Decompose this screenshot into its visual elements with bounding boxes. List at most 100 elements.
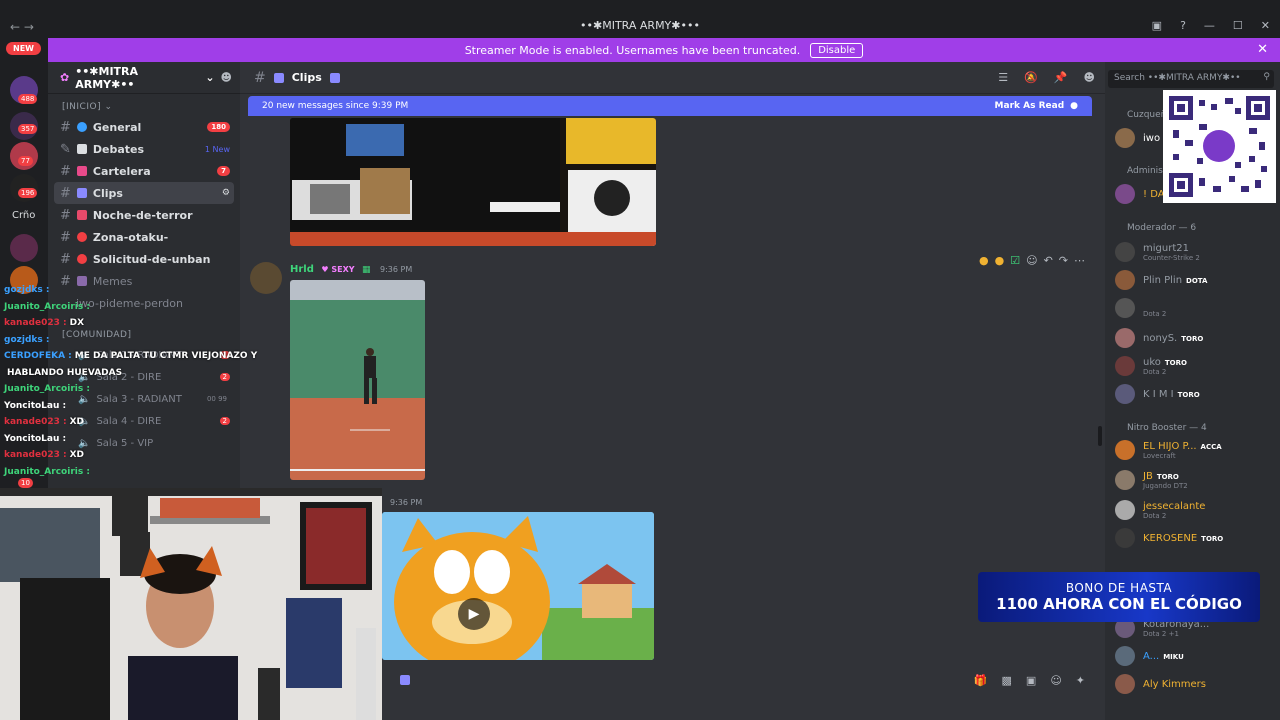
chat-username: YoncitoLau :	[4, 400, 67, 411]
add-reaction-icon[interactable]: ☺	[1026, 254, 1037, 267]
avatar[interactable]	[1115, 270, 1135, 290]
reaction-laugh-icon[interactable]: ●	[995, 254, 1005, 267]
avatar[interactable]	[1115, 384, 1135, 404]
member-name-text: A...	[1143, 650, 1160, 662]
channel-cartelera[interactable]: # Cartelera 7	[54, 160, 234, 182]
member-name: nonyS. TORO	[1143, 333, 1203, 344]
scrollbar[interactable]	[1098, 426, 1102, 446]
image-attachment[interactable]	[290, 118, 656, 246]
reply-icon[interactable]: ↶	[1044, 254, 1053, 267]
close-button[interactable]: ✕	[1261, 19, 1270, 32]
threads-icon[interactable]: ☰	[998, 71, 1008, 84]
streamer-mode-banner: Streamer Mode is enabled. Usernames have…	[48, 38, 1280, 62]
server-icon[interactable]	[10, 234, 38, 262]
server-badge: 196	[18, 188, 38, 198]
mark-as-read-button[interactable]: Mark As Read	[995, 101, 1065, 111]
avatar[interactable]	[1115, 128, 1135, 148]
avatar[interactable]	[1115, 674, 1135, 694]
hash-icon: #	[60, 251, 71, 267]
member-item[interactable]: nonyS. TORO	[1115, 324, 1280, 352]
member-item[interactable]: KEROSENE TORO	[1115, 524, 1280, 552]
member-info: nonyS. TORO	[1143, 333, 1203, 344]
avatar[interactable]	[1115, 440, 1135, 460]
channel-solicitud-de-unban[interactable]: # Solicitud-de-unban	[54, 248, 234, 270]
minimize-button[interactable]: —	[1204, 19, 1215, 32]
invite-icon[interactable]: ☻	[221, 71, 232, 84]
avatar[interactable]	[1115, 184, 1135, 204]
member-item[interactable]: uko TORO Dota 2	[1115, 352, 1280, 380]
avatar[interactable]	[1115, 328, 1135, 348]
member-role-pill: MIKU	[1163, 652, 1184, 661]
unread-badge: 180	[207, 122, 230, 132]
avatar[interactable]	[1115, 528, 1135, 548]
avatar[interactable]	[250, 262, 282, 294]
search-input[interactable]: Search ••✱MITRA ARMY✱•• ⚲	[1108, 70, 1274, 88]
more-icon[interactable]: ⋯	[1074, 254, 1085, 267]
message-composer[interactable]: 🎁 ▩ ▣ ☺ ✦	[370, 666, 1095, 694]
avatar[interactable]	[1115, 242, 1135, 262]
avatar[interactable]	[1115, 646, 1135, 666]
play-icon[interactable]: ▶	[458, 598, 490, 630]
mute-bell-icon[interactable]: 🔕	[1024, 71, 1038, 84]
stream-chat-line: Juanito_Arcoiris :	[4, 381, 240, 398]
avatar[interactable]	[1115, 356, 1135, 376]
member-name-text: EL HIJO P...	[1143, 440, 1197, 452]
channel-debates[interactable]: ✎ Debates 1 New	[54, 138, 234, 160]
member-item[interactable]: jessecalante Dota 2	[1115, 496, 1280, 524]
video-attachment[interactable]: ▶	[382, 512, 654, 660]
server-text[interactable]: Crño	[12, 210, 35, 221]
member-item[interactable]: Aly Kimmers	[1115, 670, 1280, 698]
pin-icon[interactable]: 📌	[1054, 71, 1068, 84]
help-icon[interactable]: ?	[1180, 19, 1186, 32]
inbox-icon[interactable]: ▣	[1152, 19, 1162, 32]
member-role-pill: TORO	[1181, 334, 1204, 343]
promo-line-2: 1100 AHORA CON EL CÓDIGO	[996, 595, 1242, 613]
sticker-icon[interactable]: ▣	[1026, 674, 1036, 687]
apps-icon[interactable]: ✦	[1076, 674, 1085, 687]
stream-chat-line: Juanito_Arcoiris :	[4, 299, 240, 316]
member-item[interactable]: JB TORO Jugando DT2	[1115, 466, 1280, 494]
new-messages-text: 20 new messages since 9:39 PM	[262, 101, 409, 111]
qr-code-overlay	[1163, 90, 1276, 203]
member-item[interactable]: A... MIKU	[1115, 642, 1280, 670]
member-item[interactable]: K I M I TORO	[1115, 380, 1280, 408]
category-inicio[interactable]: [INICIO] ⌄	[48, 94, 240, 116]
server-header[interactable]: ✿ ••✱MITRA ARMY✱•• ⌄ ☻	[48, 62, 240, 94]
members-icon[interactable]: ☻	[1084, 71, 1095, 84]
channel-clips[interactable]: # Clips ⚙	[54, 182, 234, 204]
disable-button[interactable]: Disable	[810, 42, 864, 58]
member-activity: Dota 2 +1	[1143, 629, 1179, 638]
forward-icon[interactable]: ↷	[1059, 254, 1068, 267]
new-badge[interactable]: NEW	[6, 42, 41, 55]
channel-noche-de-terror[interactable]: # Noche-de-terror	[54, 204, 234, 226]
reaction-check-icon[interactable]: ☑	[1010, 254, 1020, 267]
member-role-pill: DOTA	[1186, 276, 1208, 285]
chat-username: YoncitoLau :	[4, 433, 67, 444]
gear-icon[interactable]: ⚙	[222, 188, 230, 198]
promo-banner-overlay: BONO DE HASTA 1100 AHORA CON EL CÓDIGO	[978, 572, 1260, 622]
video-attachment[interactable]	[290, 280, 425, 480]
stream-chat-line: kanade023 : DX	[4, 315, 240, 332]
maximize-button[interactable]: ☐	[1233, 19, 1243, 32]
member-item[interactable]: migurt21 Counter-Strike 2	[1115, 238, 1280, 266]
close-icon[interactable]: ✕	[1257, 42, 1268, 57]
member-name: Aly Kimmers	[1143, 679, 1210, 690]
author-name[interactable]: Hrld	[290, 264, 314, 275]
channel-general[interactable]: # General 180	[54, 116, 234, 138]
reaction-muscle-icon[interactable]: ●	[979, 254, 989, 267]
emoji-icon[interactable]: ☺	[1050, 674, 1061, 687]
stream-chat-line: CERDOFEKA : ME DA PALTA TU CTMR VIEJONAZO…	[4, 348, 257, 365]
no-entry-icon	[76, 254, 87, 264]
member-name-text: ! DA	[1143, 188, 1165, 200]
member-item[interactable]: Plin Plin DOTA	[1115, 266, 1280, 294]
gift-icon[interactable]: 🎁	[974, 674, 988, 687]
avatar[interactable]	[1115, 298, 1135, 318]
gif-icon[interactable]: ▩	[1002, 674, 1012, 687]
avatar[interactable]	[1115, 500, 1135, 520]
member-item[interactable]: Dota 2	[1115, 294, 1280, 322]
member-item[interactable]: EL HIJO P... ACCA Lovecraft	[1115, 436, 1280, 464]
member-role-pill: TORO	[1201, 534, 1224, 543]
channel-zona-otaku[interactable]: # Zona-otaku-	[54, 226, 234, 248]
new-messages-bar[interactable]: 20 new messages since 9:39 PM Mark As Re…	[248, 96, 1092, 116]
avatar[interactable]	[1115, 470, 1135, 490]
